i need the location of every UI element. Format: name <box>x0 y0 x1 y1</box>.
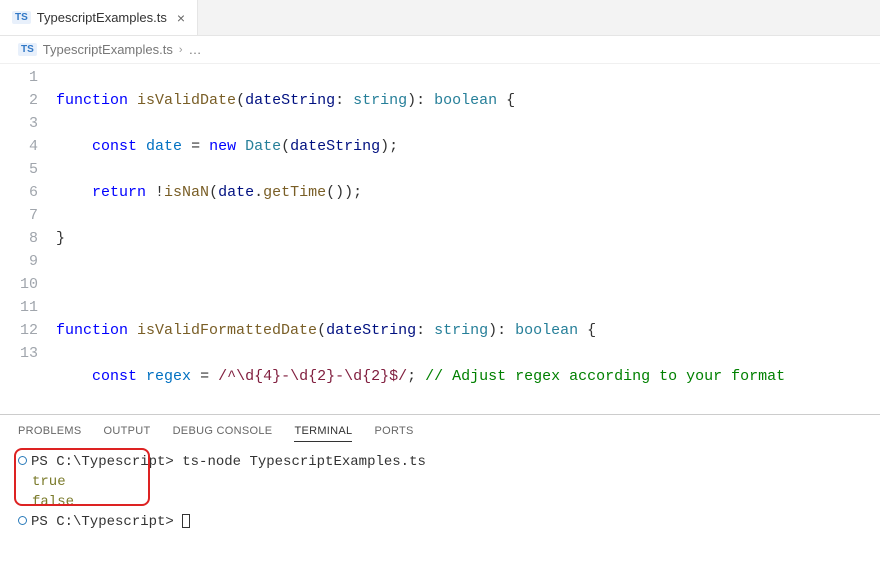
terminal-output-line: true <box>18 472 862 492</box>
tab-ports[interactable]: PORTS <box>374 425 413 442</box>
tab-bar: TS TypescriptExamples.ts × <box>0 0 880 36</box>
tab-filename: TypescriptExamples.ts <box>37 10 167 25</box>
breadcrumb[interactable]: TS TypescriptExamples.ts › … <box>0 36 880 64</box>
tab-output[interactable]: OUTPUT <box>104 425 151 442</box>
prompt-indicator-icon <box>18 456 27 465</box>
close-icon[interactable]: × <box>177 10 185 26</box>
panel-tab-bar: PROBLEMS OUTPUT DEBUG CONSOLE TERMINAL P… <box>0 415 880 448</box>
terminal[interactable]: PS C:\Typescript> ts-node TypescriptExam… <box>0 448 880 536</box>
code-editor[interactable]: 1 2 3 4 5 6 7 8 9 10 11 12 13 function i… <box>0 64 880 414</box>
breadcrumb-file: TypescriptExamples.ts <box>43 42 173 57</box>
code-content[interactable]: function isValidDate(dateString: string)… <box>56 66 880 414</box>
tab-debug-console[interactable]: DEBUG CONSOLE <box>173 425 273 442</box>
bottom-panel: PROBLEMS OUTPUT DEBUG CONSOLE TERMINAL P… <box>0 414 880 564</box>
terminal-prompt: PS C:\Typescript> <box>31 514 182 530</box>
terminal-command: ts-node TypescriptExamples.ts <box>182 454 426 470</box>
terminal-output-line: false <box>18 492 862 512</box>
tab-problems[interactable]: PROBLEMS <box>18 425 82 442</box>
line-gutter: 1 2 3 4 5 6 7 8 9 10 11 12 13 <box>0 66 56 414</box>
terminal-cursor <box>182 514 190 528</box>
typescript-file-icon: TS <box>18 43 37 56</box>
tab-terminal[interactable]: TERMINAL <box>294 425 352 442</box>
editor-tab[interactable]: TS TypescriptExamples.ts × <box>0 0 198 35</box>
prompt-indicator-icon <box>18 516 27 525</box>
breadcrumb-more: … <box>189 42 202 57</box>
terminal-prompt: PS C:\Typescript> <box>31 454 182 470</box>
typescript-file-icon: TS <box>12 11 31 24</box>
chevron-right-icon: › <box>179 44 183 56</box>
